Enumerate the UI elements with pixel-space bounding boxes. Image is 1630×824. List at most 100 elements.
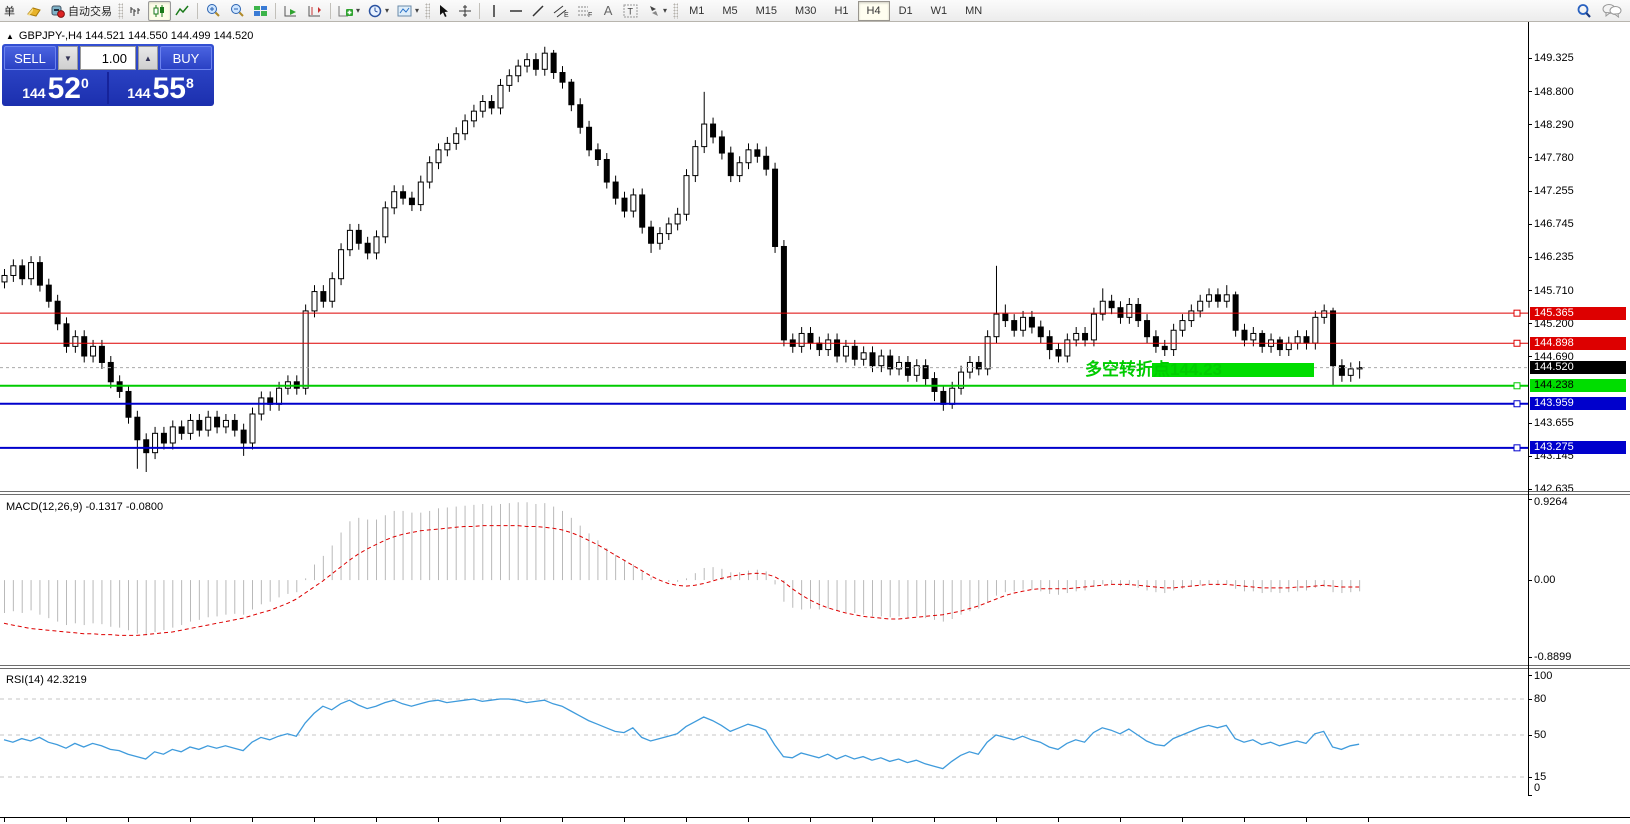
- svg-text:F: F: [588, 12, 592, 18]
- line-chart-button[interactable]: [171, 1, 194, 21]
- chart-annotation-text[interactable]: 多空转折点144.23: [1085, 355, 1222, 380]
- indicators-dropdown-arrow[interactable]: ▾: [356, 6, 360, 15]
- toolbar-grip[interactable]: [118, 3, 123, 19]
- rsi-tick-label: 100: [1534, 670, 1552, 682]
- time-tick: [934, 818, 935, 822]
- time-tick: [4, 818, 5, 822]
- buy-button[interactable]: BUY: [160, 46, 212, 70]
- price-line-badge-144.238[interactable]: 144.238: [1530, 379, 1626, 392]
- candlestick-chart-icon: [152, 4, 167, 18]
- price-line-badge-145.365[interactable]: 145.365: [1530, 307, 1626, 320]
- time-tick: [66, 818, 67, 822]
- horizontal-line-button[interactable]: [505, 1, 527, 21]
- volume-input[interactable]: 1.00: [80, 46, 136, 70]
- tile-windows-icon: [253, 4, 268, 18]
- indicators-button[interactable]: ▾: [334, 1, 364, 21]
- svg-text:E: E: [564, 12, 569, 18]
- autotrading-button[interactable]: 自动交易: [46, 1, 116, 21]
- timeframe-button-d1[interactable]: D1: [890, 1, 922, 21]
- timeframe-button-m30[interactable]: M30: [786, 1, 825, 21]
- price-line-badge-143.959[interactable]: 143.959: [1530, 397, 1626, 410]
- mt4-window: 单 自动交易: [0, 0, 1630, 824]
- search-icon[interactable]: [1576, 3, 1592, 19]
- tile-windows-button[interactable]: [249, 1, 272, 21]
- text-button[interactable]: A: [597, 1, 619, 21]
- timeframe-button-m15[interactable]: M15: [747, 1, 786, 21]
- timeframe-button-m1[interactable]: M1: [680, 1, 713, 21]
- templates-button[interactable]: ▾: [393, 1, 423, 21]
- time-axis[interactable]: 23 Oct 201824 Oct 20:0026 Oct 04:0029 Oc…: [0, 817, 1630, 824]
- price-tick-label: 148.290: [1534, 119, 1574, 131]
- time-tick: [686, 818, 687, 822]
- macd-label: MACD(12,26,9) -0.1317 -0.0800: [6, 501, 163, 513]
- text-label-icon: T: [623, 4, 639, 18]
- price-line-badge-143.275[interactable]: 143.275: [1530, 441, 1626, 454]
- new-order-button[interactable]: 单: [0, 1, 22, 21]
- gold-icon: [26, 4, 42, 18]
- fibonacci-button[interactable]: F: [573, 1, 597, 21]
- sell-price-big: 52: [48, 75, 81, 103]
- timeframe-button-m5[interactable]: M5: [713, 1, 746, 21]
- price-axis[interactable]: 149.325148.800148.290147.780147.255146.7…: [1528, 22, 1630, 491]
- buy-price-quote[interactable]: 144 55 8: [109, 72, 212, 104]
- time-tick: [376, 818, 377, 822]
- channel-icon: E: [553, 4, 569, 18]
- macd-tick-label: 0.9264: [1534, 496, 1568, 508]
- zoom-in-icon: [205, 3, 221, 18]
- arrows-button[interactable]: ▾: [643, 1, 671, 21]
- toolbar-grip2[interactable]: [425, 3, 430, 19]
- time-tick: [748, 818, 749, 822]
- buy-price-sup: 8: [186, 75, 194, 91]
- buy-price-main: 144: [127, 85, 150, 101]
- zoom-out-button[interactable]: [225, 1, 249, 21]
- timeframe-button-w1[interactable]: W1: [922, 1, 957, 21]
- zoom-in-button[interactable]: [201, 1, 225, 21]
- autotrading-label: 自动交易: [68, 3, 112, 19]
- periods-dropdown-arrow[interactable]: ▾: [385, 6, 389, 15]
- rsi-axis[interactable]: 1008050150: [1528, 669, 1630, 795]
- timeframe-button-mn[interactable]: MN: [956, 1, 991, 21]
- equidistant-channel-button[interactable]: E: [549, 1, 573, 21]
- volume-increase-button[interactable]: ▲: [138, 46, 158, 70]
- macd-canvas[interactable]: [0, 495, 1528, 665]
- buy-price-big: 55: [153, 75, 186, 103]
- macd-axis[interactable]: 0.92640.00-0.8899: [1528, 495, 1630, 665]
- indicators-icon: [338, 4, 354, 18]
- market-icon[interactable]: [22, 1, 46, 21]
- time-tick: [1058, 818, 1059, 822]
- chart-shift-button[interactable]: [303, 1, 327, 21]
- time-tick: [562, 818, 563, 822]
- toolbar-grip3[interactable]: [673, 3, 678, 19]
- periods-button[interactable]: ▾: [364, 1, 393, 21]
- chat-icon[interactable]: [1602, 3, 1622, 18]
- price-tick-label: 149.325: [1534, 52, 1574, 64]
- trendline-button[interactable]: [527, 1, 549, 21]
- trendline-icon: [531, 4, 545, 18]
- volume-decrease-button[interactable]: ▼: [58, 46, 78, 70]
- time-tick: [1306, 818, 1307, 822]
- templates-dropdown-arrow[interactable]: ▾: [415, 6, 419, 15]
- sell-price-sup: 0: [81, 75, 89, 91]
- sell-price-quote[interactable]: 144 52 0: [4, 72, 107, 104]
- price-line-badge-144.520[interactable]: 144.520: [1530, 361, 1626, 374]
- time-tick: [1182, 818, 1183, 822]
- rsi-tick-label: 0: [1534, 782, 1540, 794]
- arrows-dropdown-arrow[interactable]: ▾: [663, 6, 667, 15]
- price-chart-canvas[interactable]: [0, 22, 1528, 491]
- cursor-button[interactable]: [432, 1, 454, 21]
- rsi-canvas[interactable]: [0, 669, 1528, 795]
- time-tick: [810, 818, 811, 822]
- bar-chart-button[interactable]: [125, 1, 148, 21]
- time-tick: [314, 818, 315, 822]
- time-tick: [1244, 818, 1245, 822]
- vertical-line-button[interactable]: [483, 1, 505, 21]
- candlestick-chart-button[interactable]: [148, 1, 171, 21]
- fibonacci-icon: F: [577, 4, 593, 18]
- timeframe-button-h1[interactable]: H1: [825, 1, 857, 21]
- price-line-badge-144.898[interactable]: 144.898: [1530, 337, 1626, 350]
- sell-button[interactable]: SELL: [4, 46, 56, 70]
- crosshair-button[interactable]: [454, 1, 476, 21]
- text-label-button[interactable]: T: [619, 1, 643, 21]
- timeframe-button-h4[interactable]: H4: [858, 1, 890, 21]
- auto-scroll-button[interactable]: [279, 1, 303, 21]
